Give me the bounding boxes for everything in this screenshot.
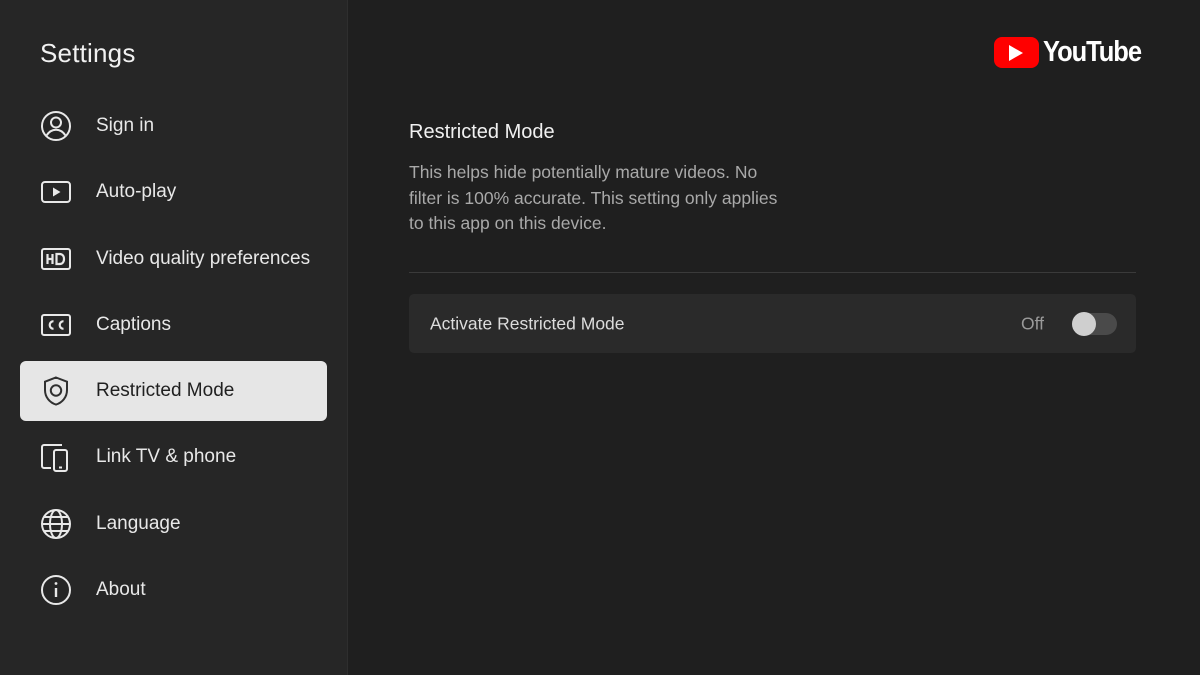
setting-label: Activate Restricted Mode (430, 313, 625, 333)
restricted-mode-setting-row[interactable]: Activate Restricted Mode Off (409, 294, 1136, 353)
youtube-play-icon (993, 37, 1039, 68)
devices-icon (39, 440, 73, 474)
nav-item-label: Video quality preferences (96, 247, 311, 269)
nav-item-language[interactable]: Language (20, 494, 327, 554)
nav-item-about[interactable]: About (20, 560, 327, 620)
nav-item-label: Captions (96, 313, 171, 335)
autoplay-icon (39, 175, 73, 209)
restricted-mode-toggle[interactable] (1072, 311, 1117, 336)
settings-content: YouTube Restricted Mode This helps hide … (349, 0, 1200, 675)
nav-item-label: About (96, 579, 146, 601)
nav-item-label: Sign in (96, 115, 155, 136)
nav-item-captions[interactable]: Captions (20, 295, 327, 355)
youtube-wordmark: YouTube (1042, 36, 1142, 68)
page-description: This helps hide potentially mature video… (409, 162, 778, 233)
settings-sidebar: Settings Sign in Auto-play Video quality… (0, 0, 348, 675)
cc-icon (39, 308, 73, 342)
toggle-knob (1072, 311, 1096, 336)
globe-icon (39, 507, 73, 541)
setting-status: Off (1020, 313, 1044, 333)
account-icon (39, 109, 73, 143)
nav-item-label: Auto-play (96, 181, 177, 203)
page-title: Restricted Mode (409, 121, 555, 143)
divider (409, 272, 1136, 273)
nav-item-label: Language (96, 512, 181, 534)
nav-item-auto-play[interactable]: Auto-play (20, 162, 327, 222)
nav-item-video-quality[interactable]: Video quality preferences (20, 229, 327, 289)
nav-item-sign-in[interactable]: Sign in (20, 96, 327, 156)
shield-icon (39, 374, 73, 408)
nav-item-label: Link TV & phone (96, 446, 237, 468)
nav-item-label: Restricted Mode (96, 380, 235, 402)
sidebar-title: Settings (40, 38, 136, 68)
settings-nav: Sign in Auto-play Video quality preferen… (20, 96, 327, 626)
nav-item-restricted-mode[interactable]: Restricted Mode (20, 361, 327, 422)
hd-icon (39, 242, 73, 276)
nav-item-link-tv-phone[interactable]: Link TV & phone (20, 427, 327, 487)
info-icon (39, 573, 73, 607)
youtube-logo: YouTube (993, 36, 1154, 69)
